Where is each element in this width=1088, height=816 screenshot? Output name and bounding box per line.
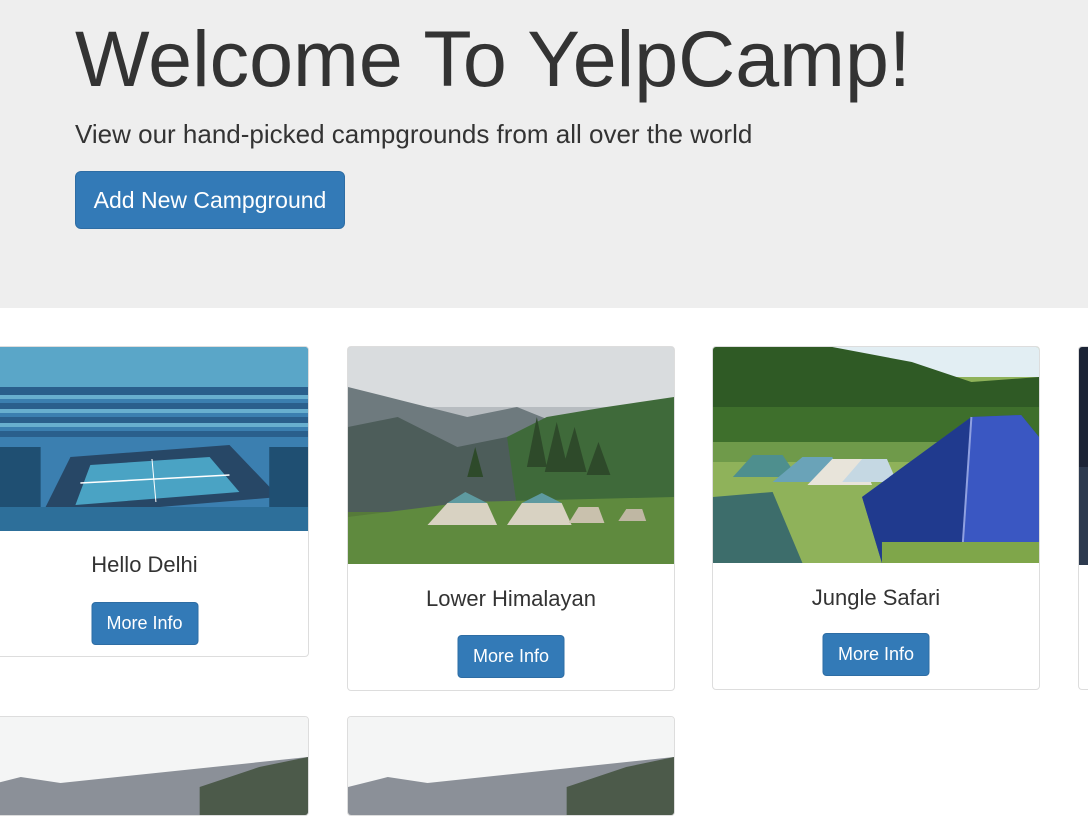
campground-card: Hello Delhi More Info	[0, 346, 309, 657]
campground-name: Lower Himalayan	[426, 586, 596, 611]
more-info-button[interactable]: More Info	[822, 633, 930, 676]
campground-card	[347, 716, 675, 816]
campground-card	[0, 716, 309, 816]
more-info-button[interactable]: More Info	[457, 635, 565, 678]
campground-image[interactable]	[1079, 347, 1088, 565]
campground-name: Hello Delhi	[91, 552, 198, 577]
campground-image[interactable]	[0, 717, 308, 815]
campground-name: Jungle Safari	[811, 585, 941, 610]
mountain-tents-image[interactable]	[348, 347, 674, 564]
campground-card: Lower Himalayan More Info	[347, 346, 675, 691]
page-title: Welcome To YelpCamp!	[75, 14, 911, 103]
campground-image[interactable]	[348, 717, 674, 815]
more-info-button[interactable]: More Info	[91, 602, 198, 645]
add-new-campground-button[interactable]: Add New Campground	[75, 171, 345, 229]
page-subtitle: View our hand-picked campgrounds from al…	[75, 119, 753, 149]
tennis-stadium-image[interactable]	[0, 347, 308, 531]
campground-card	[1078, 346, 1088, 690]
forest-tents-image[interactable]	[713, 347, 1039, 563]
campground-card: Jungle Safari More Info	[712, 346, 1040, 690]
jumbotron: Welcome To YelpCamp! View our hand-picke…	[0, 0, 1088, 308]
